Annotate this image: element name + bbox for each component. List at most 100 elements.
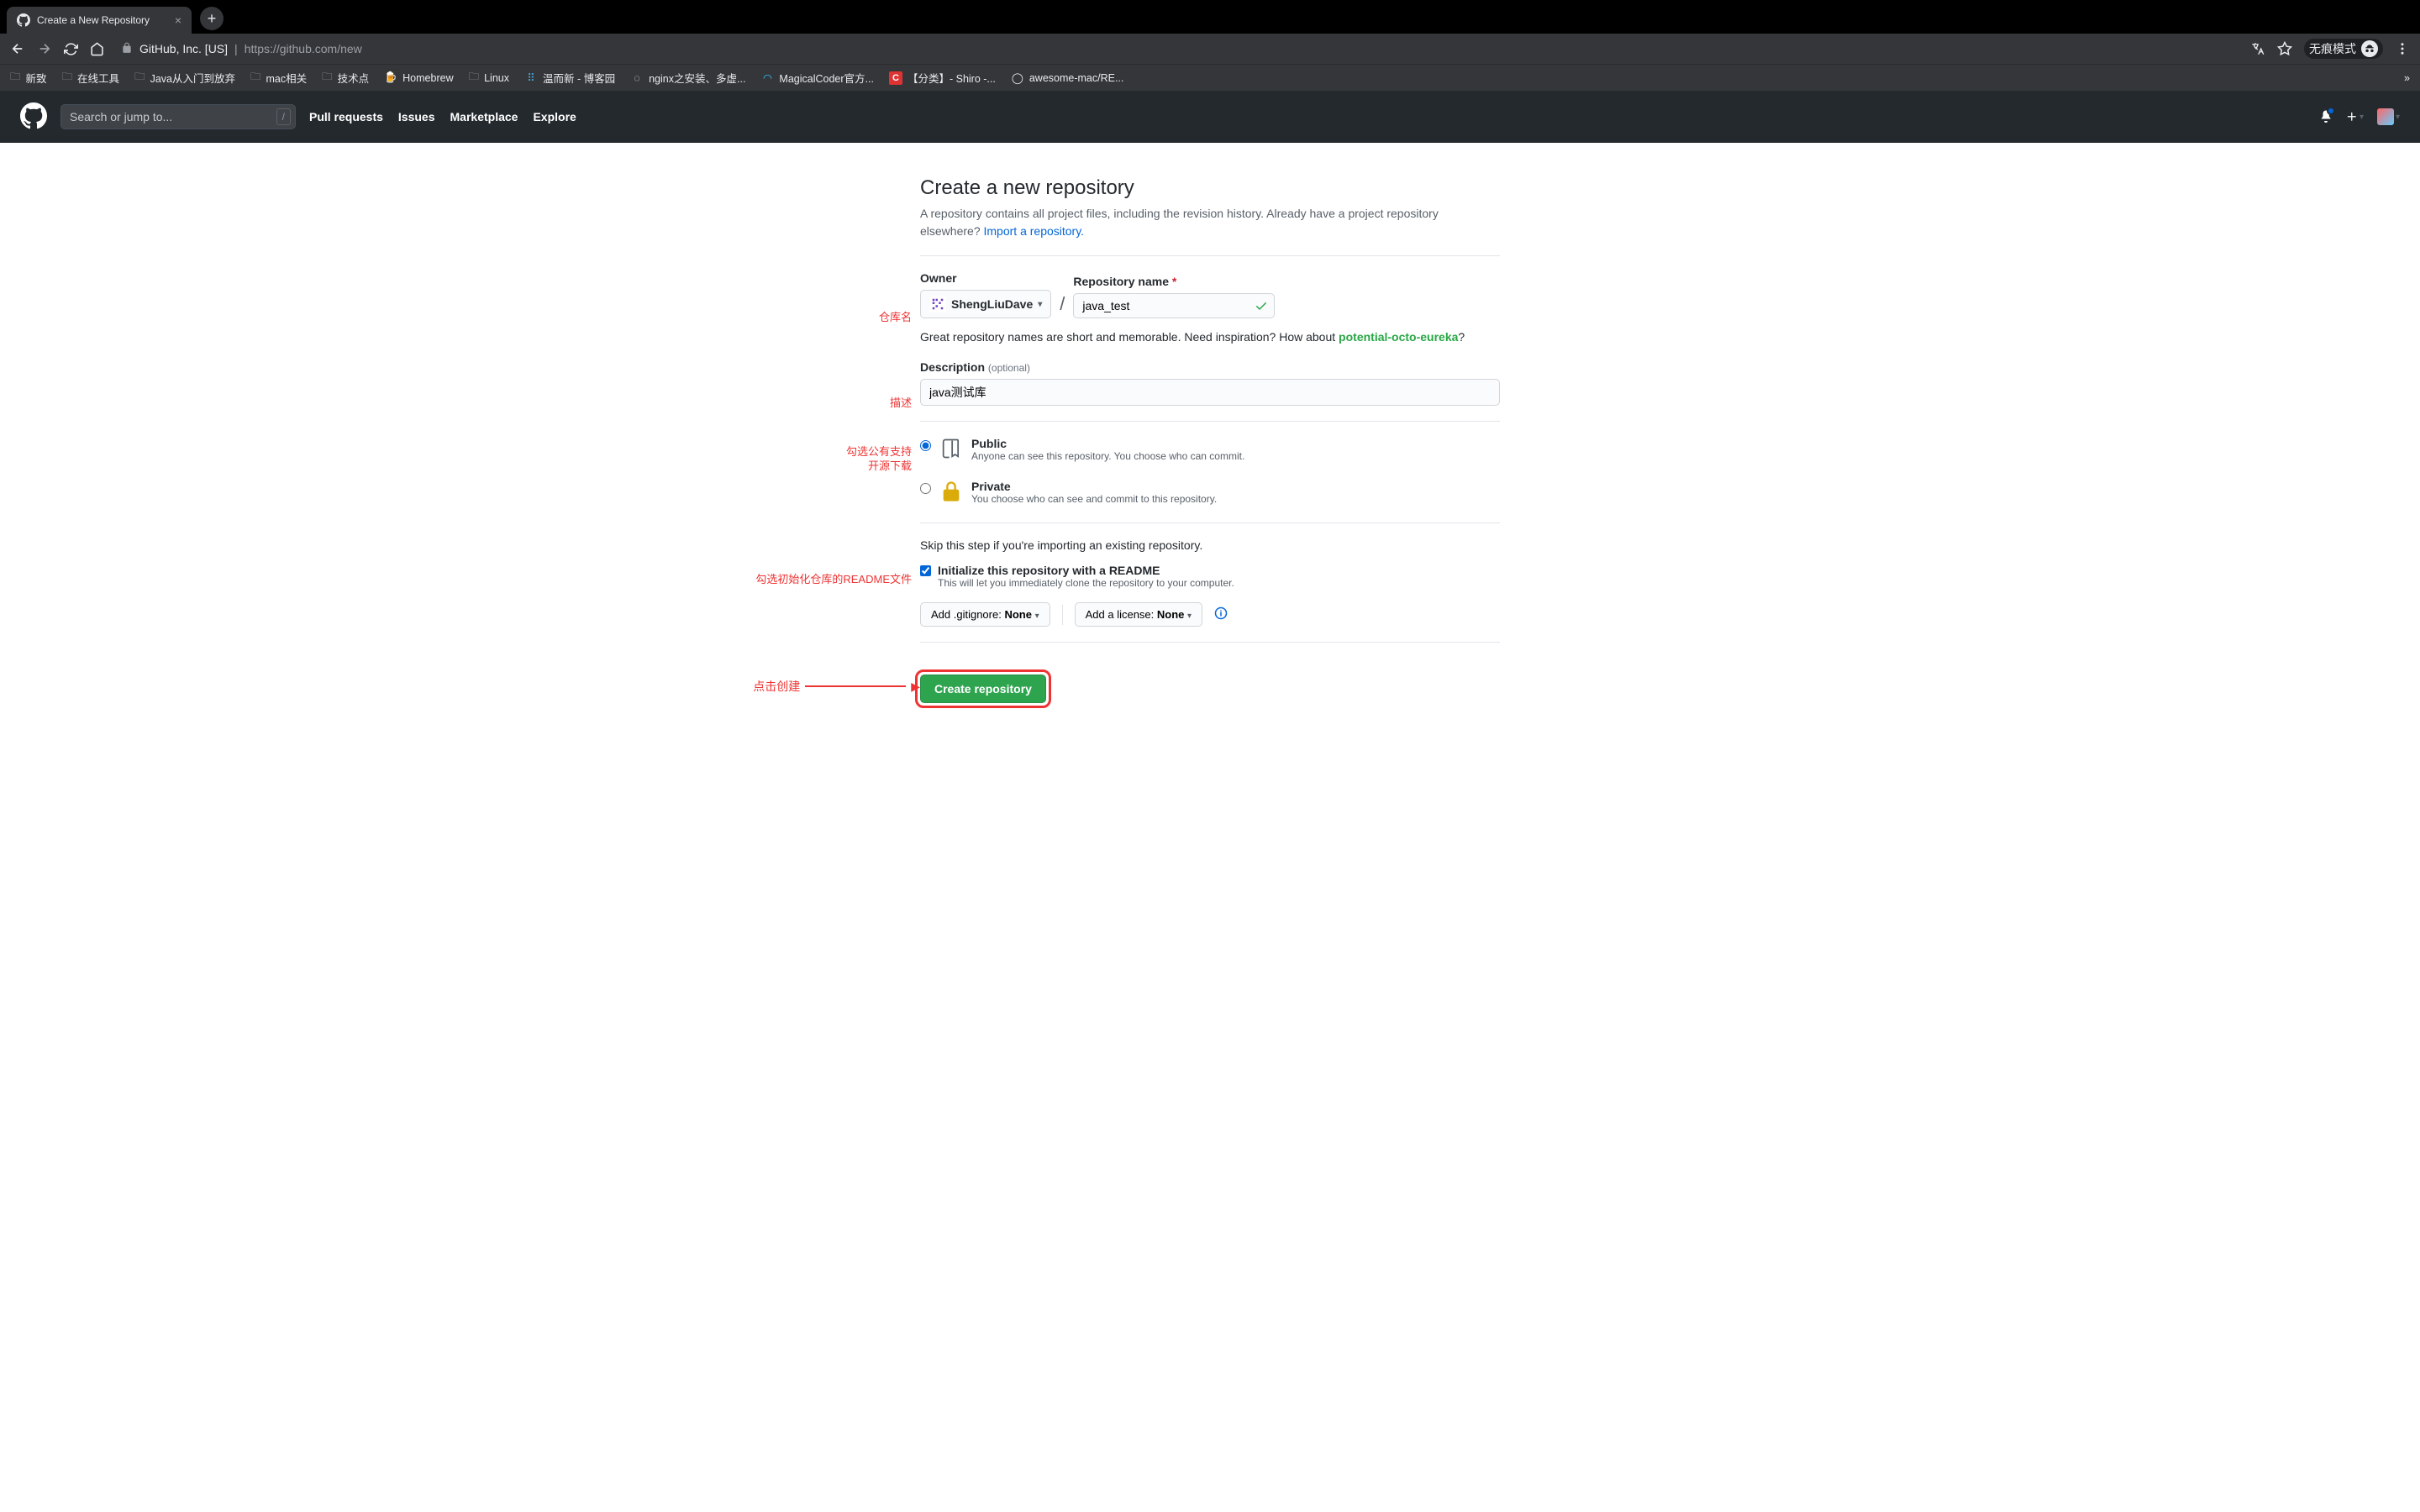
license-dropdown[interactable]: Add a license: None ▾ xyxy=(1075,602,1202,627)
home-icon[interactable] xyxy=(90,42,104,56)
private-radio[interactable] xyxy=(920,483,931,494)
nav-marketplace[interactable]: Marketplace xyxy=(450,110,518,123)
url-org: GitHub, Inc. [US] xyxy=(139,42,228,55)
check-icon xyxy=(1255,299,1268,315)
slash-key-icon: / xyxy=(276,108,291,125)
back-icon[interactable] xyxy=(10,41,25,56)
reload-icon[interactable] xyxy=(64,42,78,56)
site-icon: ◠ xyxy=(760,71,774,85)
owner-avatar-icon xyxy=(929,296,946,312)
slash-separator: / xyxy=(1058,293,1066,318)
description-label: Description (optional) xyxy=(920,360,1500,374)
bookmark-item[interactable]: 🗀新致 xyxy=(10,69,47,87)
init-readme-checkbox[interactable] xyxy=(920,565,931,576)
lock-icon xyxy=(121,42,133,56)
private-title: Private xyxy=(971,480,1217,493)
create-new-dropdown[interactable]: ▾ xyxy=(2346,111,2364,123)
github-logo-icon[interactable] xyxy=(20,102,47,132)
folder-icon: 🗀 xyxy=(322,69,333,87)
annotation-repo-name: 仓库名 xyxy=(879,311,912,325)
divider xyxy=(920,421,1500,422)
suggested-name[interactable]: potential-octo-eureka xyxy=(1339,330,1458,344)
github-favicon-icon xyxy=(17,13,30,27)
new-tab-button[interactable]: + xyxy=(200,7,224,30)
repo-icon xyxy=(939,437,963,463)
annotation-create: 点击创建 ▶ xyxy=(753,679,920,694)
divider xyxy=(920,642,1500,643)
folder-icon: 🗀 xyxy=(62,69,73,87)
create-repository-button[interactable]: Create repository xyxy=(920,675,1046,703)
caret-down-icon: ▾ xyxy=(1035,612,1039,621)
nav-pull-requests[interactable]: Pull requests xyxy=(309,110,383,123)
folder-icon: 🗀 xyxy=(10,69,21,87)
translate-icon[interactable] xyxy=(2250,41,2265,56)
annotation-public: 勾选公有支持 开源下载 xyxy=(846,445,912,474)
divider xyxy=(920,255,1500,256)
menu-icon[interactable] xyxy=(2395,41,2410,56)
description-input[interactable] xyxy=(920,379,1500,406)
browser-chrome: Create a New Repository × + GitHub, Inc.… xyxy=(0,0,2420,91)
url-path: https://github.com/new xyxy=(245,42,362,55)
user-menu[interactable]: ▾ xyxy=(2377,108,2400,125)
bookmarks-overflow-icon[interactable]: » xyxy=(2404,72,2410,84)
tab-title: Create a New Repository xyxy=(37,14,150,26)
private-desc: You choose who can see and commit to thi… xyxy=(971,493,1217,505)
site-icon: C xyxy=(889,71,902,85)
tab-strip: Create a New Repository × + xyxy=(0,0,2420,34)
skip-note: Skip this step if you're importing an ex… xyxy=(920,538,1500,552)
divider xyxy=(1062,605,1063,625)
visibility-public[interactable]: Public Anyone can see this repository. Y… xyxy=(920,437,1500,463)
search-input[interactable] xyxy=(60,104,296,129)
bookmark-item[interactable]: 🗀mac相关 xyxy=(250,69,307,87)
bookmark-item[interactable]: ◠MagicalCoder官方... xyxy=(760,70,874,86)
address-bar: GitHub, Inc. [US] | https://github.com/n… xyxy=(0,34,2420,64)
folder-icon: 🗀 xyxy=(250,69,261,87)
annotation-desc: 描述 xyxy=(890,396,912,411)
folder-icon: 🗀 xyxy=(134,69,145,87)
bookmark-item[interactable]: ◯awesome-mac/RE... xyxy=(1011,71,1124,85)
owner-name: ShengLiuDave xyxy=(951,297,1033,311)
public-title: Public xyxy=(971,437,1244,450)
bookmark-item[interactable]: C【分类】- Shiro -... xyxy=(889,70,996,86)
bookmark-item[interactable]: 🍺Homebrew xyxy=(384,71,453,85)
star-icon[interactable] xyxy=(2277,41,2292,56)
repo-name-input[interactable] xyxy=(1073,293,1275,318)
owner-select[interactable]: ShengLiuDave ▾ xyxy=(920,290,1051,318)
init-readme-row[interactable]: Initialize this repository with a README… xyxy=(920,564,1500,589)
annotation-readme: 勾选初始化仓库的README文件 xyxy=(755,573,912,587)
url-display[interactable]: GitHub, Inc. [US] | https://github.com/n… xyxy=(121,42,2238,56)
user-avatar-icon xyxy=(2377,108,2394,125)
name-hint: Great repository names are short and mem… xyxy=(920,330,1500,344)
page-title: Create a new repository xyxy=(920,176,1500,200)
notifications-icon[interactable] xyxy=(2319,109,2333,125)
gitignore-dropdown[interactable]: Add .gitignore: None ▾ xyxy=(920,602,1050,627)
info-icon[interactable] xyxy=(1214,606,1228,622)
tab-close-icon[interactable]: × xyxy=(175,13,182,27)
bookmark-item[interactable]: 🗀技术点 xyxy=(322,69,369,87)
site-icon: ◌ xyxy=(630,71,644,85)
folder-icon: 🗀 xyxy=(469,69,480,87)
init-desc: This will let you immediately clone the … xyxy=(938,577,1234,589)
incognito-label: 无痕模式 xyxy=(2309,40,2356,57)
public-radio[interactable] xyxy=(920,440,931,451)
bookmark-item[interactable]: 🗀Linux xyxy=(469,69,509,87)
bookmark-item[interactable]: ⠿温而新 - 博客园 xyxy=(524,70,615,86)
public-desc: Anyone can see this repository. You choo… xyxy=(971,450,1244,462)
nav-issues[interactable]: Issues xyxy=(398,110,435,123)
incognito-icon xyxy=(2361,40,2378,57)
bookmark-item[interactable]: 🗀Java从入门到放弃 xyxy=(134,69,235,87)
import-repo-link[interactable]: Import a repository. xyxy=(984,224,1085,238)
github-search[interactable]: / xyxy=(60,104,296,129)
divider xyxy=(920,522,1500,523)
owner-label: Owner xyxy=(920,271,1051,285)
repo-name-label: Repository name * xyxy=(1073,275,1275,288)
nav-explore[interactable]: Explore xyxy=(533,110,576,123)
caret-down-icon: ▾ xyxy=(1187,612,1192,621)
github-nav: Pull requests Issues Marketplace Explore xyxy=(309,110,576,123)
visibility-private[interactable]: Private You choose who can see and commi… xyxy=(920,480,1500,506)
bookmark-item[interactable]: ◌nginx之安装、多虚... xyxy=(630,70,745,86)
bookmarks-bar: 🗀新致 🗀在线工具 🗀Java从入门到放弃 🗀mac相关 🗀技术点 🍺Homeb… xyxy=(0,64,2420,91)
forward-icon[interactable] xyxy=(37,41,52,56)
bookmark-item[interactable]: 🗀在线工具 xyxy=(62,69,120,87)
browser-tab[interactable]: Create a New Repository × xyxy=(7,7,192,34)
